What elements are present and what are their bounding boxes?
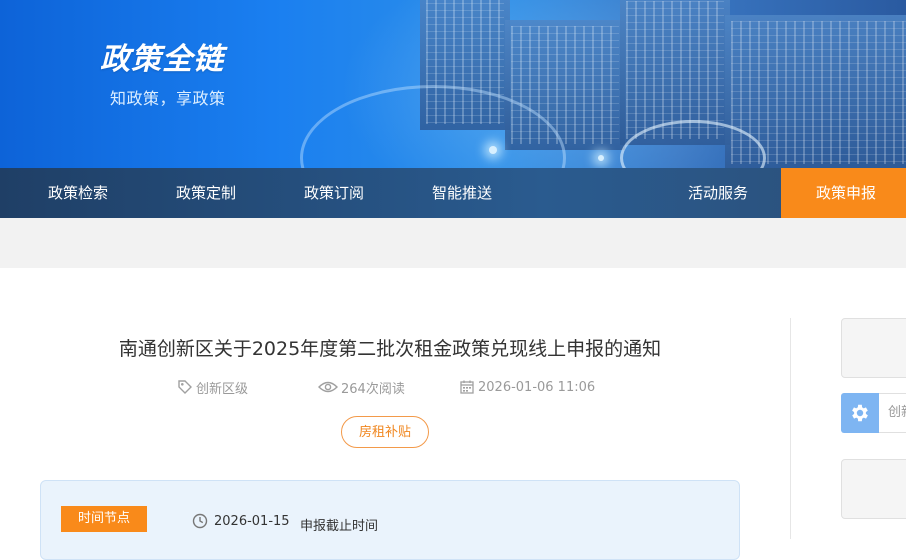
nav-item-activity-service[interactable]: 活动服务 [668, 168, 768, 218]
sidebar-card[interactable] [841, 318, 906, 378]
policy-tag[interactable]: 房租补贴 [341, 416, 429, 448]
article-title: 南通创新区关于2025年度第二批次租金政策兑现线上申报的通知 [118, 338, 662, 360]
tag-icon [178, 380, 192, 394]
sidebar-search-input[interactable]: 创新 [879, 393, 906, 433]
nav-item-policy-search[interactable]: 政策检索 [28, 168, 128, 218]
clock-icon [192, 513, 208, 529]
gear-icon [852, 404, 868, 422]
article-level: 创新区级 [177, 378, 249, 397]
sidebar-settings-button[interactable] [841, 393, 879, 433]
nav-item-policy-customize[interactable]: 政策定制 [156, 168, 256, 218]
header-banner: 政策全链 知政策，享政策 [0, 0, 906, 168]
timeline-date: 2026-01-15 [192, 513, 290, 529]
breadcrumb-band [0, 218, 906, 268]
article-date-text: 2026-01-06 11:06 [478, 379, 596, 395]
article-views: 264次阅读 [318, 378, 405, 397]
calendar-icon [460, 380, 474, 394]
main-nav: 政策检索 政策定制 政策订阅 智能推送 活动服务 政策申报 [0, 168, 906, 218]
banner-sparkle [598, 155, 604, 161]
site-slogan: 知政策，享政策 [110, 89, 226, 108]
content-divider [790, 318, 791, 539]
nav-item-policy-subscribe[interactable]: 政策订阅 [284, 168, 384, 218]
timeline-badge: 时间节点 [61, 506, 147, 532]
timeline-label: 申报截止时间 [300, 519, 379, 534]
eye-icon [318, 381, 338, 393]
banner-sparkle [489, 146, 497, 154]
article-date: 2026-01-06 11:06 [459, 378, 595, 396]
timeline-date-text: 2026-01-15 [214, 513, 290, 529]
nav-item-smart-push[interactable]: 智能推送 [412, 168, 512, 218]
site-logo[interactable]: 政策全链 [100, 34, 224, 78]
article-level-text: 创新区级 [196, 381, 249, 397]
article-views-text: 264次阅读 [341, 381, 405, 397]
nav-item-policy-apply[interactable]: 政策申报 [781, 168, 906, 218]
sidebar-card[interactable] [841, 459, 906, 519]
